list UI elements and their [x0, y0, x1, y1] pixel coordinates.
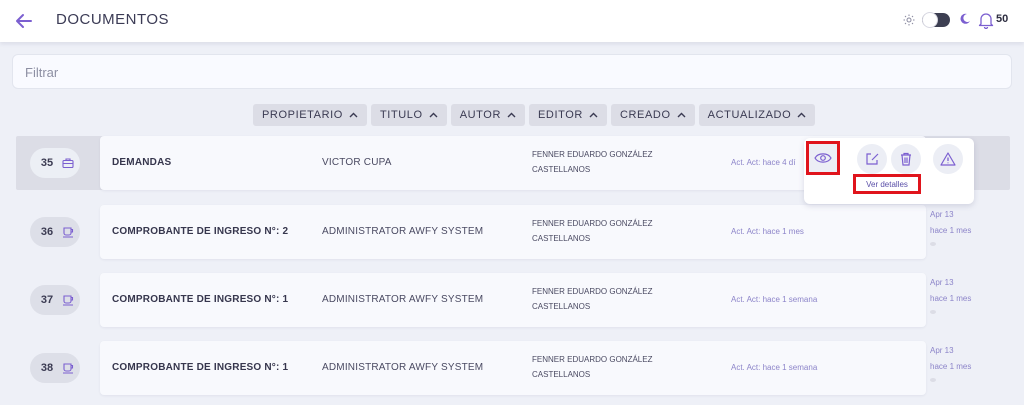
eye-icon — [814, 153, 832, 163]
moon-icon — [960, 13, 970, 24]
row-title: COMPROBANTE DE INGRESO N°: 1 — [112, 362, 289, 373]
chevron-up-icon — [349, 112, 358, 118]
report-button[interactable] — [933, 144, 963, 174]
page-title: DOCUMENTOS — [56, 11, 170, 28]
row-number-badge: 37 — [30, 285, 80, 315]
warning-icon — [940, 152, 956, 166]
sun-icon — [903, 14, 915, 26]
row-title: COMPROBANTE DE INGRESO N°: 1 — [112, 294, 289, 305]
row-number: 36 — [40, 226, 54, 238]
view-details-button[interactable] — [806, 141, 840, 175]
row-editor-line1: FENNER EDUARDO GONZÁLEZ — [532, 150, 653, 159]
row-owner: ADMINISTRATOR AWFY SYSTEM — [322, 226, 484, 237]
row-side-date: Apr 13 hace 1 mes — [930, 343, 971, 382]
row-side-date: Apr 13 hace 1 mes — [930, 275, 971, 314]
row-updated: Act. Act: hace 1 mes — [731, 227, 804, 236]
sort-label: EDITOR — [538, 109, 583, 121]
row-number-badge: 36 — [30, 217, 80, 247]
side-ago: hace 1 mes — [930, 362, 972, 371]
row-editor: FENNER EDUARDO GONZÁLEZ CASTELLANOS — [532, 216, 672, 246]
row-updated: Act. Act: hace 4 dí — [731, 158, 796, 167]
cup-icon — [63, 295, 74, 306]
sort-bar: PROPIETARIO TITULO AUTOR EDITOR CREADO A… — [253, 104, 816, 126]
theme-toggle[interactable] — [922, 12, 950, 28]
delete-button[interactable] — [891, 144, 921, 174]
back-arrow-icon[interactable] — [14, 11, 34, 31]
bell-icon[interactable] — [978, 11, 994, 29]
row-number: 37 — [40, 294, 54, 306]
dot-icon — [930, 242, 936, 246]
dot-icon — [930, 310, 936, 314]
row-number-badge: 35 — [30, 148, 80, 178]
sort-propietario-button[interactable]: PROPIETARIO — [253, 104, 367, 126]
row-owner: ADMINISTRATOR AWFY SYSTEM — [322, 294, 484, 305]
side-ago: hace 1 mes — [930, 294, 972, 303]
row-editor: FENNER EDUARDO GONZÁLEZ CASTELLANOS — [532, 352, 672, 382]
chevron-up-icon — [429, 112, 438, 118]
notification-count: 50 — [996, 13, 1009, 25]
chevron-up-icon — [589, 112, 598, 118]
chevron-up-icon — [677, 112, 686, 118]
sort-label: CREADO — [619, 109, 671, 121]
trash-icon — [901, 152, 911, 166]
row-owner: VICTOR CUPA — [322, 157, 392, 168]
row-editor-line2: CASTELLANOS — [532, 165, 591, 174]
table-row[interactable]: DEMANDAS VICTOR CUPA FENNER EDUARDO GONZ… — [100, 136, 926, 190]
dot-icon — [930, 378, 936, 382]
table-row[interactable]: COMPROBANTE DE INGRESO N°: 1 ADMINISTRAT… — [100, 273, 926, 327]
row-editor-line1: FENNER EDUARDO GONZÁLEZ — [532, 219, 653, 228]
side-date: Apr 13 — [930, 210, 954, 219]
row-title: DEMANDAS — [112, 157, 172, 168]
row-updated: Act. Act: hace 1 semana — [731, 295, 818, 304]
sort-label: TITULO — [379, 109, 423, 121]
side-date: Apr 13 — [930, 346, 954, 355]
row-editor: FENNER EDUARDO GONZÁLEZ CASTELLANOS — [532, 284, 672, 314]
sort-editor-button[interactable]: EDITOR — [529, 104, 607, 126]
sort-actualizado-button[interactable]: ACTUALIZADO — [698, 104, 816, 126]
toggle-knob — [922, 12, 938, 28]
sort-label: ACTUALIZADO — [707, 109, 792, 121]
row-owner: ADMINISTRATOR AWFY SYSTEM — [322, 362, 484, 373]
row-title: COMPROBANTE DE INGRESO N°: 2 — [112, 226, 289, 237]
chevron-up-icon — [507, 112, 516, 118]
row-number: 38 — [40, 362, 54, 374]
row-number-badge: 38 — [30, 353, 80, 383]
row-editor-line2: CASTELLANOS — [532, 234, 591, 243]
chevron-up-icon — [797, 112, 806, 118]
sort-label: AUTOR — [459, 109, 501, 121]
sort-creado-button[interactable]: CREADO — [610, 104, 695, 126]
edit-icon — [866, 153, 879, 165]
row-editor: FENNER EDUARDO GONZÁLEZ CASTELLANOS — [532, 147, 672, 177]
table-row[interactable]: COMPROBANTE DE INGRESO N°: 2 ADMINISTRAT… — [100, 205, 926, 259]
row-side-date: Apr 13 hace 1 mes — [930, 207, 971, 246]
row-editor-line2: CASTELLANOS — [532, 302, 591, 311]
view-details-tooltip: Ver detalles — [853, 174, 921, 194]
row-editor-line2: CASTELLANOS — [532, 370, 591, 379]
filter-input[interactable]: Filtrar — [12, 54, 1012, 89]
cup-icon — [63, 363, 74, 374]
sort-autor-button[interactable]: AUTOR — [450, 104, 525, 126]
briefcase-icon — [62, 158, 74, 169]
row-updated: Act. Act: hace 1 semana — [731, 363, 818, 372]
sort-titulo-button[interactable]: TITULO — [370, 104, 447, 126]
side-date: Apr 13 — [930, 278, 954, 287]
side-ago: hace 1 mes — [930, 226, 972, 235]
row-editor-line1: FENNER EDUARDO GONZÁLEZ — [532, 355, 653, 364]
row-editor-line1: FENNER EDUARDO GONZÁLEZ — [532, 287, 653, 296]
row-number: 35 — [40, 157, 54, 169]
edit-button[interactable] — [857, 144, 887, 174]
table-row[interactable]: COMPROBANTE DE INGRESO N°: 1 ADMINISTRAT… — [100, 341, 926, 395]
cup-icon — [63, 227, 74, 238]
sort-label: PROPIETARIO — [262, 109, 343, 121]
top-header: DOCUMENTOS 50 — [0, 0, 1024, 42]
